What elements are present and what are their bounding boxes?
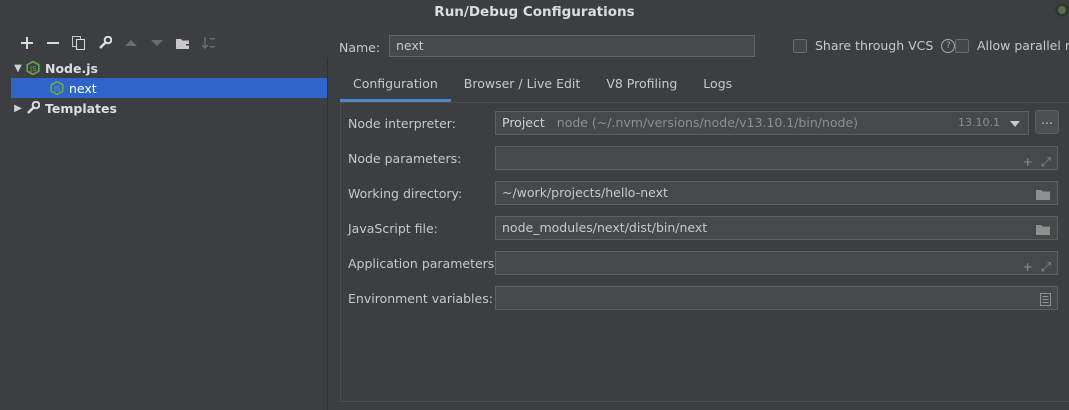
add-icon[interactable] — [14, 33, 40, 53]
interpreter-project: Project — [502, 115, 545, 130]
tab-browser-live-edit[interactable]: Browser / Live Edit — [451, 70, 594, 102]
nodejs-icon: JS — [25, 60, 41, 76]
copy-icon[interactable] — [66, 33, 92, 53]
plus-icon[interactable]: + — [1023, 256, 1033, 278]
wrench-icon[interactable] — [92, 33, 118, 53]
environment-variables-label: Environment variables: — [348, 290, 493, 306]
tree-item-label: Node.js — [45, 60, 98, 76]
window-title: Run/Debug Configurations — [434, 4, 635, 20]
node-interpreter-select[interactable]: Project node (~/.nvm/versions/node/v13.1… — [495, 111, 1029, 135]
application-parameters-row: Application parameters: — [348, 252, 499, 274]
tree-toolbar — [14, 33, 222, 53]
node-parameters-field[interactable]: + ⤢ — [495, 146, 1058, 170]
svg-text:JS: JS — [53, 85, 61, 93]
javascript-file-value: node_modules/next/dist/bin/next — [502, 220, 708, 235]
browse-interpreter-button[interactable]: ... — [1035, 110, 1059, 134]
environment-variables-row: Environment variables: — [348, 287, 493, 309]
tree-item-label: next — [69, 80, 97, 96]
application-parameters-field[interactable]: + ⤢ — [495, 251, 1058, 275]
expand-icon[interactable]: ⤢ — [1041, 151, 1051, 173]
node-interpreter-label: Node interpreter: — [348, 112, 456, 134]
environment-variables-field[interactable] — [495, 286, 1058, 310]
panel-bottom-divider — [340, 401, 1069, 402]
name-input[interactable]: next — [389, 35, 755, 57]
tree-item-templates[interactable]: ▶ Templates — [11, 98, 327, 118]
node-parameters-label: Node parameters: — [348, 150, 462, 166]
tree-item-label: Templates — [45, 100, 117, 116]
tab-logs[interactable]: Logs — [690, 70, 745, 102]
window-control-icon[interactable] — [1055, 3, 1069, 17]
javascript-file-label: JavaScript file: — [348, 220, 438, 236]
allow-parallel-option[interactable]: Allow parallel run — [955, 38, 1069, 53]
javascript-file-row: JavaScript file: — [348, 217, 438, 239]
svg-text:JS: JS — [29, 65, 37, 73]
allow-parallel-checkbox[interactable] — [955, 38, 969, 53]
working-directory-row: Working directory: — [348, 182, 462, 204]
expand-arrow-icon[interactable]: ▼ — [11, 63, 25, 74]
javascript-file-field[interactable]: node_modules/next/dist/bin/next — [495, 216, 1058, 240]
collapse-arrow-icon[interactable]: ▶ — [11, 103, 25, 114]
share-vcs-option[interactable]: Share through VCS ? — [793, 38, 956, 53]
plus-icon[interactable]: + — [1023, 151, 1033, 173]
interpreter-path: node (~/.nvm/versions/node/v13.10.1/bin/… — [556, 115, 859, 130]
help-icon[interactable]: ? — [941, 38, 956, 53]
working-directory-value: ~/work/projects/hello-next — [502, 185, 668, 200]
folder-icon[interactable] — [1036, 186, 1051, 208]
move-up-icon[interactable] — [118, 33, 144, 53]
wrench-icon — [25, 100, 41, 116]
interpreter-version: 13.10.1 — [958, 116, 1000, 129]
configuration-tree: ▼ JS Node.js JS next ▶ Templates — [11, 58, 328, 410]
folder-icon[interactable] — [1036, 221, 1051, 243]
sort-icon[interactable] — [196, 33, 222, 53]
expand-icon[interactable]: ⤢ — [1041, 256, 1051, 278]
move-down-icon[interactable] — [144, 33, 170, 53]
working-directory-label: Working directory: — [348, 185, 463, 201]
application-parameters-label: Application parameters: — [348, 255, 499, 271]
document-icon[interactable] — [1040, 291, 1051, 313]
nodejs-icon: JS — [49, 80, 65, 96]
share-vcs-checkbox[interactable] — [793, 38, 807, 53]
share-vcs-label: Share through VCS — [815, 38, 934, 53]
tab-configuration[interactable]: Configuration — [340, 70, 451, 102]
tree-item-next[interactable]: JS next — [11, 78, 327, 98]
config-tabs: Configuration Browser / Live Edit V8 Pro… — [340, 70, 745, 102]
window-title-bar: Run/Debug Configurations — [0, 0, 1069, 24]
allow-parallel-label: Allow parallel run — [977, 38, 1069, 53]
node-parameters-row: Node parameters: — [348, 147, 461, 169]
name-label: Name: — [339, 39, 381, 55]
node-interpreter-label-text: Node interpreter: — [348, 115, 456, 131]
chevron-down-icon[interactable] — [1010, 121, 1020, 127]
name-row: Name: — [339, 35, 380, 59]
remove-icon[interactable] — [40, 33, 66, 53]
tab-v8-profiling[interactable]: V8 Profiling — [593, 70, 690, 102]
tree-item-nodejs[interactable]: ▼ JS Node.js — [11, 58, 327, 78]
working-directory-field[interactable]: ~/work/projects/hello-next — [495, 181, 1058, 205]
folder-add-icon[interactable] — [170, 33, 196, 53]
